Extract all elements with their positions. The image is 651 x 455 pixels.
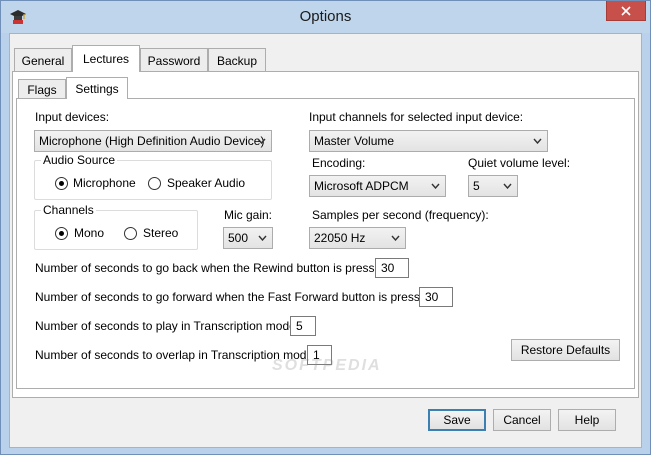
audio-source-group: Audio Source Microphone Speaker Audio: [34, 153, 272, 200]
mic-gain-label: Mic gain:: [224, 208, 273, 222]
quiet-volume-select[interactable]: 5: [468, 175, 518, 197]
tab-lectures[interactable]: Lectures: [72, 45, 140, 72]
cancel-button[interactable]: Cancel: [493, 409, 551, 431]
chevron-down-icon: [431, 183, 440, 189]
microphone-radio-label[interactable]: Microphone: [73, 176, 136, 190]
channels-group: Channels Mono Stereo: [34, 203, 198, 250]
samples-label: Samples per second (frequency):: [312, 208, 489, 222]
input-channels-label: Input channels for selected input device…: [309, 110, 524, 124]
dialog-body: General Lectures Password Backup Flags S…: [9, 33, 642, 448]
help-button[interactable]: Help: [558, 409, 616, 431]
samples-select[interactable]: 22050 Hz: [309, 227, 406, 249]
channels-title: Channels: [41, 203, 96, 217]
settings-panel: Input devices: Microphone (High Definiti…: [16, 98, 635, 389]
close-icon: [621, 5, 631, 16]
quiet-volume-value: 5: [473, 179, 480, 193]
input-channels-value: Master Volume: [314, 134, 395, 148]
stereo-radio[interactable]: [124, 227, 137, 240]
tab-general[interactable]: General: [14, 48, 72, 72]
mic-gain-value: 500: [228, 231, 249, 245]
input-devices-select[interactable]: Microphone (High Definition Audio Device…: [34, 130, 272, 152]
mono-radio-label[interactable]: Mono: [74, 226, 104, 240]
fast-forward-seconds-input[interactable]: 30: [419, 287, 453, 307]
tab-password[interactable]: Password: [140, 48, 208, 72]
chevron-down-icon: [503, 183, 512, 189]
audio-source-title: Audio Source: [41, 153, 118, 167]
chevron-down-icon: [258, 235, 267, 241]
watermark: SOFTPEDIA: [272, 357, 382, 374]
fast-forward-seconds-label: Number of seconds to go forward when the…: [35, 290, 437, 304]
mic-gain-select[interactable]: 500: [223, 227, 273, 249]
title-bar[interactable]: Options: [1, 1, 650, 33]
speaker-audio-radio-label[interactable]: Speaker Audio: [167, 176, 245, 190]
rewind-seconds-label: Number of seconds to go back when the Re…: [35, 261, 392, 275]
tab-backup[interactable]: Backup: [208, 48, 266, 72]
encoding-label: Encoding:: [312, 156, 366, 170]
quiet-volume-label: Quiet volume level:: [468, 156, 571, 170]
window-title: Options: [299, 8, 352, 25]
rewind-seconds-input[interactable]: 30: [375, 258, 409, 278]
play-seconds-label: Number of seconds to play in Transcripti…: [35, 319, 300, 333]
chevron-down-icon: [533, 138, 542, 144]
subtab-settings[interactable]: Settings: [66, 77, 128, 99]
encoding-select[interactable]: Microsoft ADPCM: [309, 175, 446, 197]
input-channels-select[interactable]: Master Volume: [309, 130, 548, 152]
stereo-radio-label[interactable]: Stereo: [143, 226, 178, 240]
play-seconds-input[interactable]: 5: [290, 316, 316, 336]
input-devices-value: Microphone (High Definition Audio Device…: [39, 134, 265, 148]
samples-value: 22050 Hz: [314, 231, 366, 245]
subtab-flags[interactable]: Flags: [18, 79, 66, 99]
options-window: Options General Lectures Password Backup…: [0, 0, 651, 455]
lectures-panel: Flags Settings Input devices: Microphone…: [12, 71, 639, 398]
close-button[interactable]: [606, 1, 646, 21]
mono-radio[interactable]: [55, 227, 68, 240]
chevron-down-icon: [391, 235, 400, 241]
input-devices-label: Input devices:: [35, 110, 110, 124]
microphone-radio[interactable]: [55, 177, 68, 190]
restore-defaults-button[interactable]: Restore Defaults: [511, 339, 620, 361]
encoding-value: Microsoft ADPCM: [314, 179, 409, 193]
chevron-down-icon: [257, 138, 266, 144]
save-button[interactable]: Save: [428, 409, 486, 431]
speaker-audio-radio[interactable]: [148, 177, 161, 190]
